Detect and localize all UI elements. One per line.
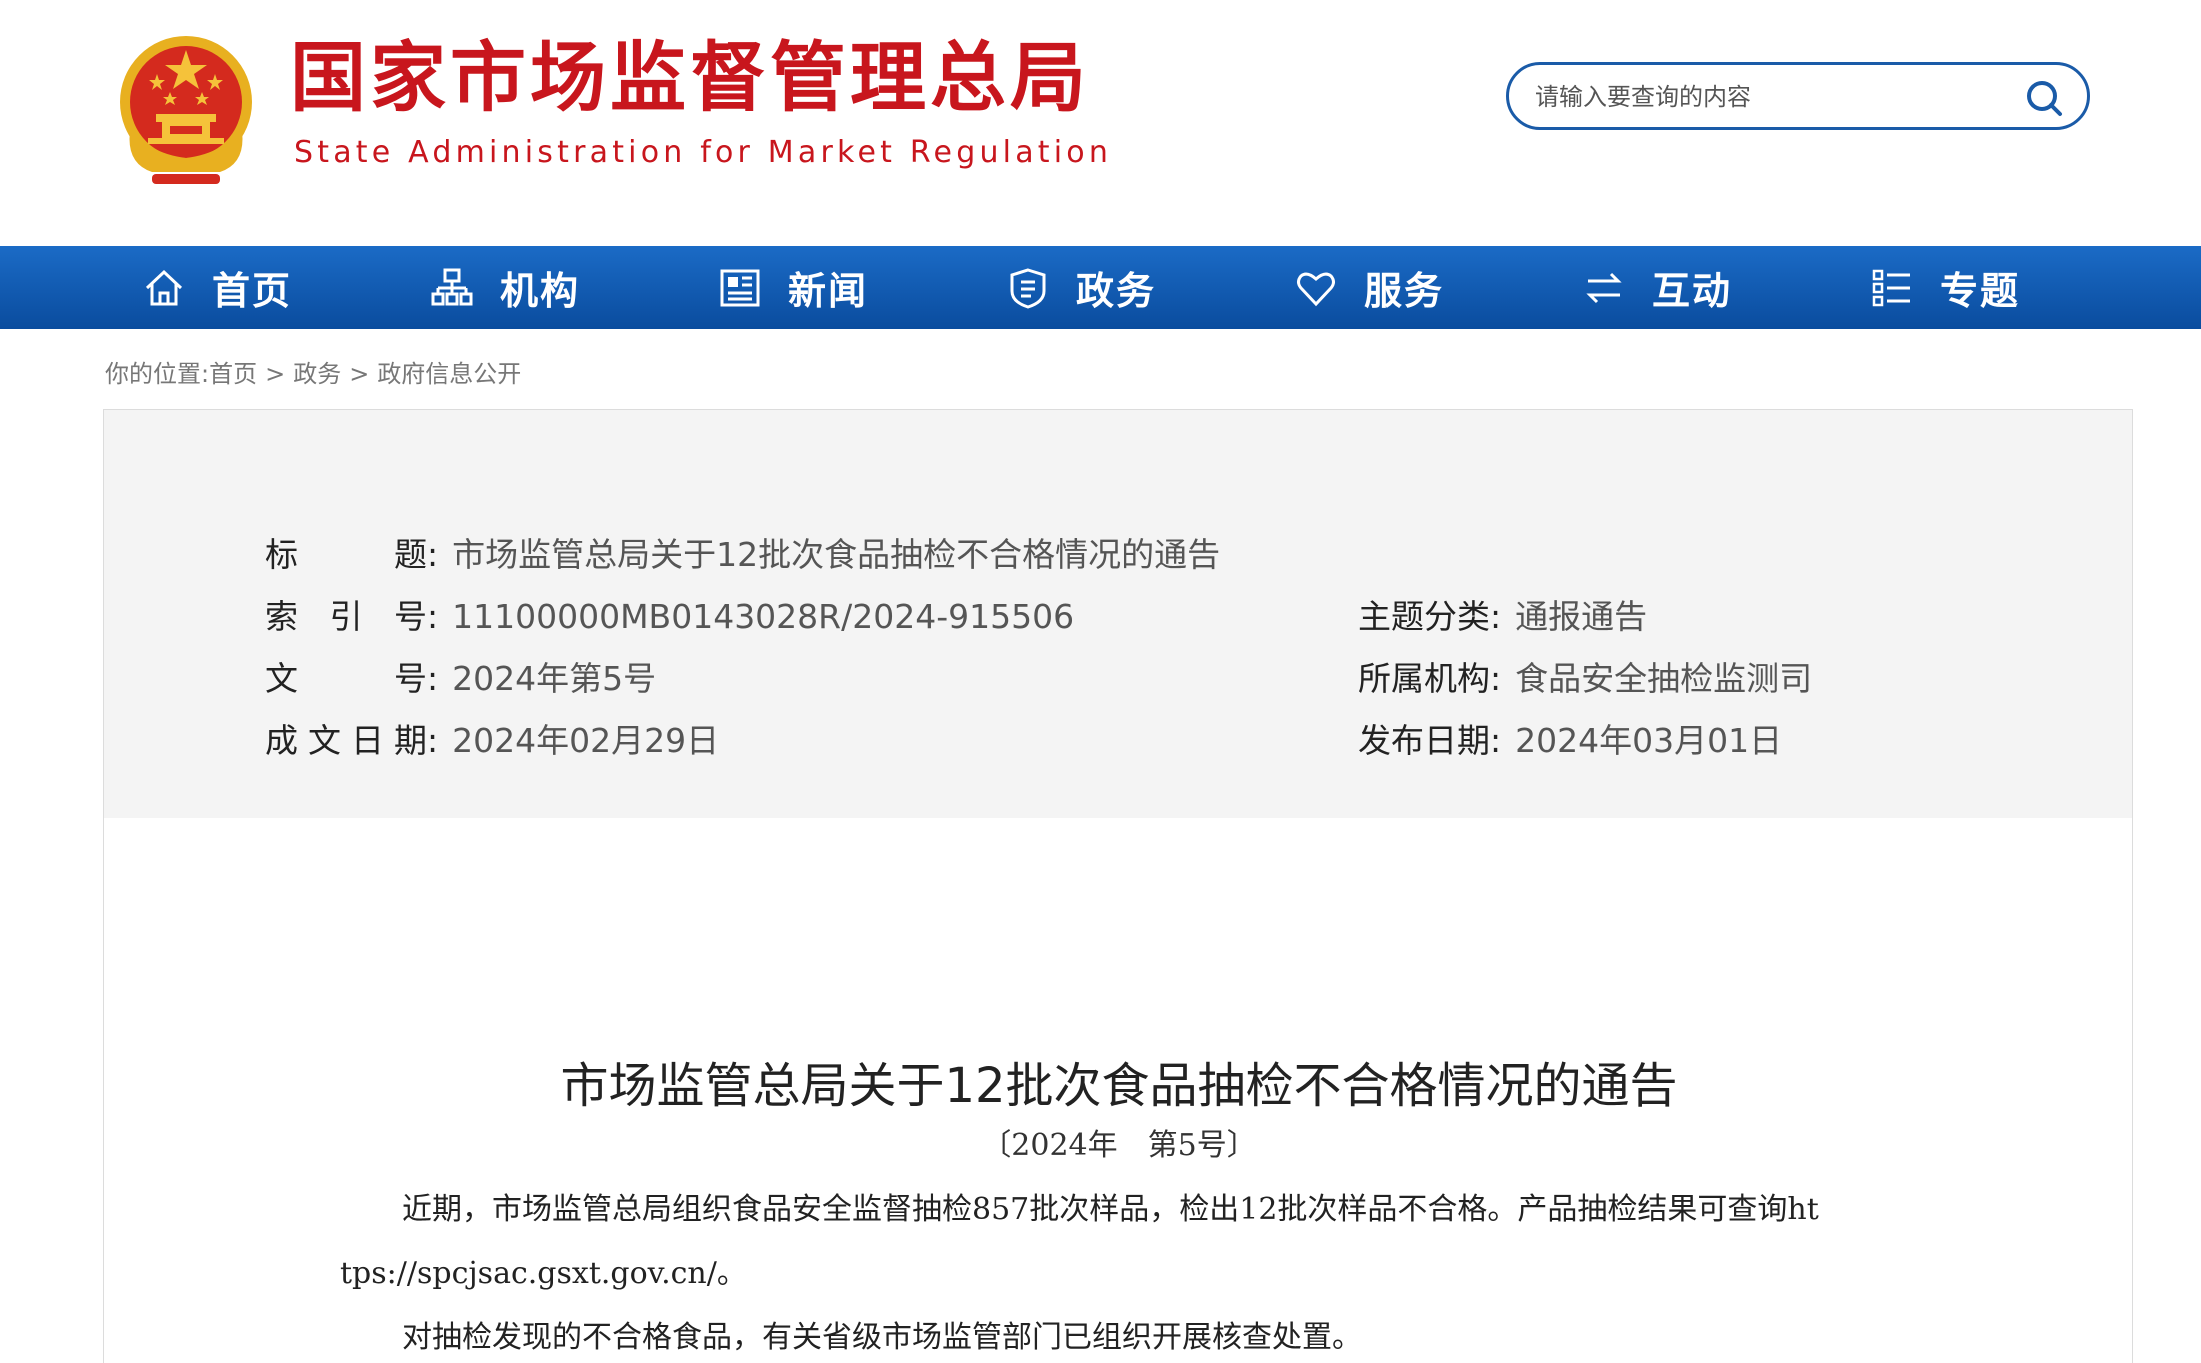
search-input[interactable] [1533,77,2007,117]
article-content: 市场监管总局关于12批次食品抽检不合格情况的通告 〔2024年 第5号〕 近期，… [103,818,2133,1363]
article-paragraph-2: 对抽检发现的不合格食品，有关省级市场监管部门已组织开展核查处置。 [402,1320,1362,1355]
main-nav: 首页 机构 新闻 政务 服务 互动 专题 [0,246,2201,329]
info-org-row: 所属机构: 食品安全抽检监测司 [1358,659,1813,698]
nav-label: 机构 [500,269,581,313]
breadcrumb-home-link[interactable]: 首页 [209,360,257,388]
nav-label: 专题 [1940,269,2021,313]
info-published-date-row: 发布日期: 2024年03月01日 [1358,721,1783,760]
info-topic-value: 通报通告 [1515,597,1648,636]
breadcrumb-government-link[interactable]: 政务 [293,360,341,388]
nav-item-topics[interactable]: 专题 [1870,246,2020,329]
breadcrumb: 你的位置:首页 > 政务 > 政府信息公开 [105,354,521,389]
nav-item-government[interactable]: 政务 [1006,246,1156,329]
breadcrumb-separator: > [349,360,370,388]
info-published-date-label: 发布日期 [1358,721,1490,760]
info-org-label: 所属机构 [1358,659,1490,698]
info-title-label: 标题 [265,535,427,574]
info-index-label: 索引号 [265,597,427,636]
info-written-date-value: 2024年02月29日 [452,721,720,760]
info-docno-label: 文号 [265,659,427,698]
article-number: 〔2024年 第5号〕 [981,1128,1257,1163]
info-title-row: 标题: 市场监管总局关于12批次食品抽检不合格情况的通告 [265,535,1221,574]
heart-icon [1294,266,1338,310]
topic-list-icon [1870,266,1914,310]
nav-item-interaction[interactable]: 互动 [1582,246,1732,329]
breadcrumb-prefix: 你的位置: [105,360,210,388]
info-title-value: 市场监管总局关于12批次食品抽检不合格情况的通告 [452,535,1221,574]
nav-label: 首页 [212,269,293,313]
info-published-date-value: 2024年03月01日 [1515,721,1783,760]
site-title[interactable]: 国家市场监督管理总局 [290,40,1090,116]
nav-item-org[interactable]: 机构 [430,246,580,329]
info-topic-label: 主题分类 [1358,597,1490,636]
shield-icon [1006,266,1050,310]
nav-label: 服务 [1364,269,1445,313]
info-index-row: 索引号: 11100000MB0143028R/2024-915506 [265,597,1075,636]
nav-item-service[interactable]: 服务 [1294,246,1444,329]
info-written-date-row: 成文日期: 2024年02月29日 [265,721,720,760]
info-org-value: 食品安全抽检监测司 [1515,659,1813,698]
org-chart-icon [430,266,474,310]
info-docno-row: 文号: 2024年第5号 [265,659,657,698]
nav-label: 政务 [1076,269,1157,313]
search-icon[interactable] [2023,77,2065,119]
info-written-date-label: 成文日期 [265,721,427,760]
exchange-arrows-icon [1582,266,1626,310]
breadcrumb-separator: > [265,360,286,388]
newspaper-icon [718,266,762,310]
info-docno-value: 2024年第5号 [452,659,657,698]
search-box [1506,62,2090,130]
breadcrumb-info-disclosure-link[interactable]: 政府信息公开 [377,360,521,388]
article-paragraph-1-line-1: 近期，市场监管总局组织食品安全监督抽检857批次样品，检出12批次样品不合格。产… [402,1192,1819,1227]
site-subtitle: State Administration for Market Regulati… [294,135,1113,170]
info-topic-row: 主题分类: 通报通告 [1358,597,1648,636]
nav-item-news[interactable]: 新闻 [718,246,868,329]
nav-label: 互动 [1652,269,1733,313]
site-header: 国家市场监督管理总局 State Administration for Mark… [0,0,2201,246]
nav-label: 新闻 [788,269,869,313]
info-index-value: 11100000MB0143028R/2024-915506 [452,597,1075,636]
document-info-panel: 标题: 市场监管总局关于12批次食品抽检不合格情况的通告 索引号: 11100000… [103,409,2133,819]
nav-item-home[interactable]: 首页 [142,246,292,329]
article-title: 市场监管总局关于12批次食品抽检不合格情况的通告 [560,1058,1678,1114]
national-emblem-logo[interactable] [112,32,260,187]
home-icon [142,266,186,310]
article-paragraph-1-line-2: tps://spcjsac.gsxt.gov.cn/。 [340,1256,747,1291]
